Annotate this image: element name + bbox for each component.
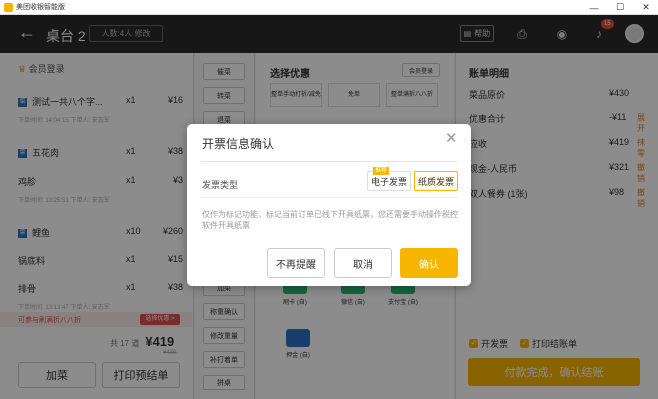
cancel-button[interactable]: 取消	[334, 248, 392, 278]
invoice-confirm-dialog: 开票信息确认 ✕ 发票类型 电子发票 推荐 纸质发票 仅作为标记功能，标记当前订…	[187, 124, 471, 286]
divider	[201, 197, 457, 198]
no-remind-button[interactable]: 不再提醒	[267, 248, 325, 278]
app-logo-icon	[4, 2, 13, 12]
dialog-notice: 仅作为标记功能，标记当前订单已线下开具纸票，您还需要手动操作税控软件开具纸票	[202, 210, 458, 230]
recommend-tag: 推荐	[373, 167, 390, 175]
paper-invoice-option[interactable]: 纸质发票	[414, 171, 458, 191]
app-window: 美团收银智能版 — ☐ ✕ ← 桌台 2 人数:4人 修改 ▤ 帮助 ⎙ ◉ ♪ …	[0, 0, 658, 399]
close-window-icon[interactable]: ✕	[634, 0, 658, 15]
maximize-icon[interactable]: ☐	[608, 0, 632, 15]
close-icon[interactable]: ✕	[445, 129, 458, 147]
window-title: 美团收银智能版	[16, 4, 65, 11]
window-titlebar: 美团收银智能版 — ☐ ✕	[0, 0, 658, 15]
invoice-type-label: 发票类型	[202, 180, 239, 190]
dialog-title: 开票信息确认	[202, 137, 275, 151]
confirm-button[interactable]: 确认	[400, 248, 458, 278]
divider	[201, 161, 457, 162]
minimize-icon[interactable]: —	[582, 0, 606, 15]
